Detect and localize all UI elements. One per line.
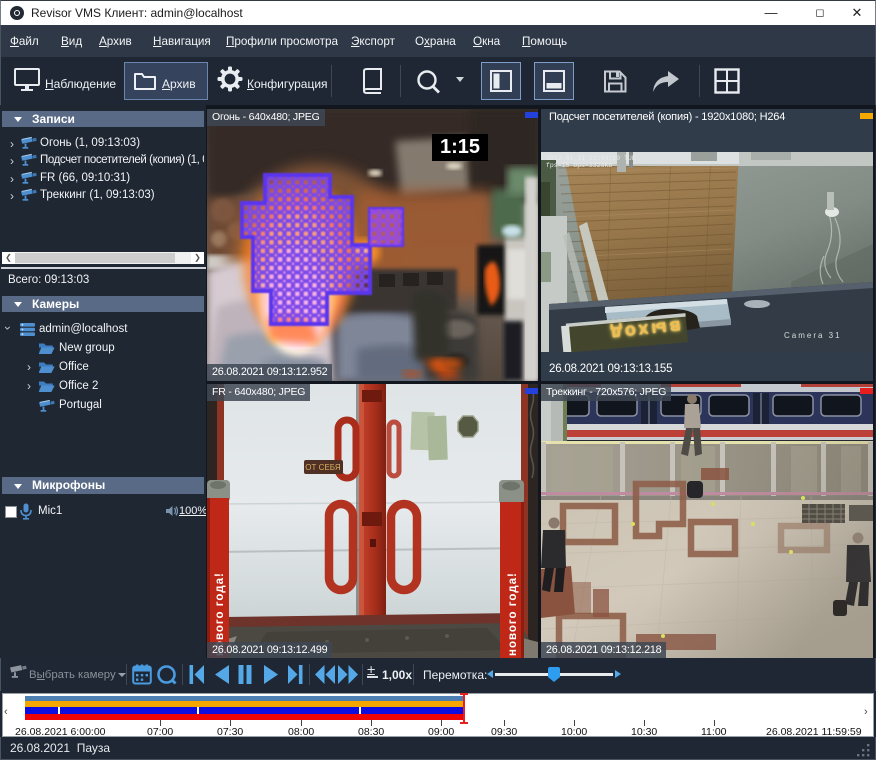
svg-text:ОТ СЕБЯ: ОТ СЕБЯ [305, 463, 341, 472]
svg-text:нового года!: нового года! [507, 572, 519, 656]
